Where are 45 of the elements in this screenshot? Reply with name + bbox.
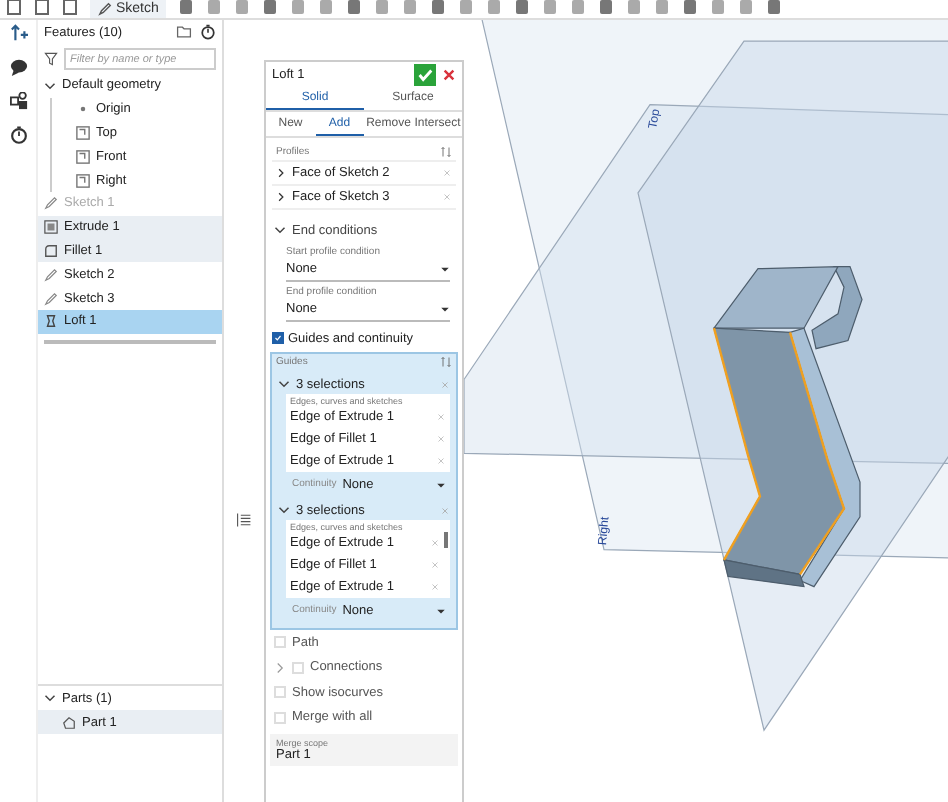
remove-icon[interactable] — [440, 505, 450, 515]
part-icon — [62, 715, 76, 730]
chevron-icon[interactable] — [274, 224, 286, 236]
close-icon[interactable] — [442, 68, 456, 82]
add-feature-icon[interactable] — [9, 24, 27, 42]
sort-icon[interactable] — [440, 146, 452, 158]
chevron-icon — [276, 168, 286, 178]
filter-icon[interactable] — [44, 52, 58, 66]
plane-icon — [76, 125, 90, 140]
scrollbar[interactable] — [444, 532, 448, 548]
plane-icon — [76, 173, 90, 188]
point-icon — [76, 102, 90, 117]
fillet-icon — [44, 243, 58, 258]
stopwatch-icon[interactable] — [200, 24, 216, 40]
folder-icon[interactable] — [176, 24, 192, 40]
chevron-icon[interactable] — [278, 378, 290, 390]
dropdown-caret-icon — [436, 479, 446, 489]
remove-icon[interactable] — [430, 582, 440, 592]
comment-icon[interactable] — [9, 58, 27, 76]
list-icon[interactable] — [236, 512, 252, 528]
stopwatch-icon[interactable] — [9, 126, 27, 144]
chevron-icon — [276, 192, 286, 202]
chevron-icon[interactable] — [44, 79, 56, 92]
plane-icon — [76, 149, 90, 164]
extrude-icon — [44, 220, 58, 235]
chevron-icon[interactable] — [278, 504, 290, 516]
remove-icon[interactable] — [442, 168, 452, 178]
remove-icon[interactable] — [430, 560, 440, 570]
remove-icon[interactable] — [436, 456, 446, 466]
dropdown-caret-icon — [436, 605, 446, 615]
remove-icon[interactable] — [430, 538, 440, 548]
remove-icon[interactable] — [442, 192, 452, 202]
parts-icon[interactable] — [9, 92, 27, 110]
pencil-icon — [44, 196, 58, 211]
sort-icon[interactable] — [440, 356, 452, 368]
dropdown-caret-icon — [440, 264, 450, 274]
accept-button[interactable] — [414, 64, 436, 86]
remove-icon[interactable] — [436, 412, 446, 422]
chevron-icon[interactable] — [44, 692, 56, 705]
checkbox[interactable] — [272, 332, 284, 344]
dropdown-caret-icon — [440, 304, 450, 314]
pencil-icon — [98, 2, 112, 16]
loft-icon — [44, 314, 58, 329]
remove-icon[interactable] — [436, 434, 446, 444]
remove-icon[interactable] — [440, 379, 450, 389]
